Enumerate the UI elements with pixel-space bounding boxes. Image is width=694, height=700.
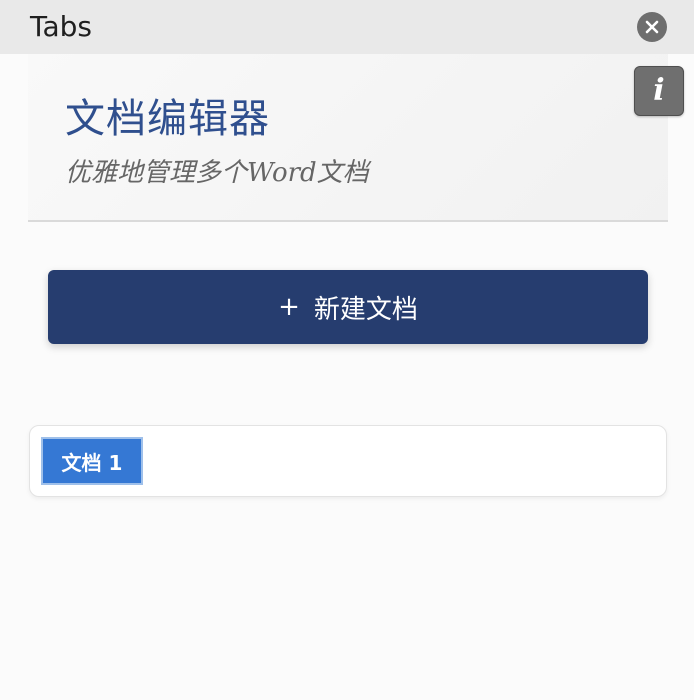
document-tabs-bar: 文档 1 (29, 425, 667, 497)
info-button[interactable]: i (634, 66, 684, 116)
info-icon: i (653, 73, 665, 108)
new-document-button[interactable]: + 新建文档 (48, 270, 648, 344)
plus-icon: + (278, 292, 300, 322)
new-document-label: 新建文档 (313, 294, 418, 325)
tab-document-1[interactable]: 文档 1 (41, 437, 143, 485)
window-title: Tabs (30, 10, 92, 43)
app-subtitle: 优雅地管理多个Word文档 (65, 158, 369, 188)
close-button[interactable] (637, 12, 667, 42)
app-title: 文档编辑器 (65, 96, 270, 142)
app-header: 文档编辑器 优雅地管理多个Word文档 (28, 54, 668, 222)
window-titlebar: Tabs (0, 0, 694, 54)
close-icon (645, 20, 659, 34)
